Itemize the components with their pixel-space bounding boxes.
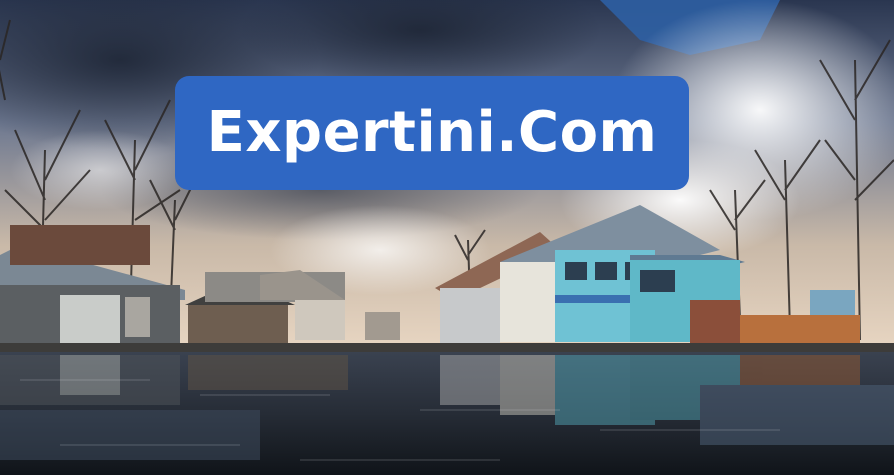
background-photo — [0, 0, 894, 475]
brand-banner: Expertini.Com — [175, 76, 689, 190]
photo-scene: Expertini.Com — [0, 0, 894, 475]
brand-text: Expertini.Com — [206, 100, 658, 165]
